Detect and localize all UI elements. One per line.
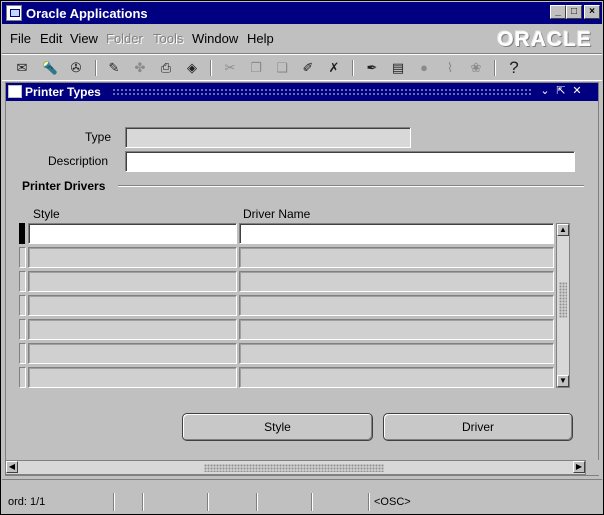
section-divider (118, 185, 584, 187)
driver-name-cell-7[interactable] (239, 367, 554, 388)
style-cell-3[interactable] (28, 271, 237, 292)
scroll-left-icon[interactable]: ◀ (6, 461, 18, 473)
status-segment (313, 493, 369, 511)
save-icon[interactable]: ✎ (104, 58, 124, 78)
row-indicator-4[interactable] (19, 295, 26, 316)
description-field[interactable] (125, 151, 575, 172)
menu-edit[interactable]: Edit (40, 31, 62, 46)
menu-tools[interactable]: Tools (153, 31, 183, 46)
oracle-logo: ORACLE (497, 28, 592, 51)
form-title: Printer Types (25, 85, 101, 99)
driver-name-cell-5[interactable] (239, 319, 554, 340)
hscroll-thumb-grip[interactable] (204, 464, 384, 472)
status-segment (115, 493, 143, 511)
row-indicator-2[interactable] (19, 247, 26, 268)
close-form-icon[interactable]: ◈ (182, 58, 202, 78)
menu-help[interactable]: Help (247, 31, 274, 46)
style-button[interactable]: Style (182, 413, 373, 441)
record-indicator: ord: 1/1 (4, 493, 114, 511)
row-indicator-6[interactable] (19, 343, 26, 364)
form-close-icon[interactable]: ✕ (570, 84, 584, 99)
edit-field-icon[interactable]: ✒ (362, 58, 382, 78)
toolbar-separator (494, 60, 496, 76)
style-column-header: Style (33, 207, 60, 221)
menu-bar: File Edit View Folder Tools Window Help … (2, 25, 602, 51)
new-icon[interactable]: ✉ (12, 58, 32, 78)
status-segment (209, 493, 257, 511)
style-cell-2[interactable] (28, 247, 237, 268)
maximize-button[interactable]: □ (566, 5, 582, 19)
toolbar-separator (352, 60, 354, 76)
style-cell-5[interactable] (28, 319, 237, 340)
row-indicator-5[interactable] (19, 319, 26, 340)
toolbar: ✉ 🔦 ✇ ✎ ✤ ⎙ ◈ ✂ ❐ ❏ ✐ ✗ ✒ ▤ ● ⌇ ❀ ? (2, 53, 602, 81)
scroll-right-icon[interactable]: ▶ (573, 461, 585, 473)
delete-record-icon[interactable]: ✗ (324, 58, 344, 78)
menu-file[interactable]: File (10, 31, 31, 46)
toolbar-separator (210, 60, 212, 76)
minimize-button[interactable]: _ (550, 5, 566, 19)
style-cell-6[interactable] (28, 343, 237, 364)
next-step-icon[interactable]: ✤ (130, 58, 150, 78)
print-icon[interactable]: ⎙ (156, 58, 176, 78)
driver-name-cell-4[interactable] (239, 295, 554, 316)
rows-vertical-scrollbar[interactable]: ▲ ▼ (556, 223, 570, 388)
description-label: Description (48, 154, 109, 168)
driver-name-cell-2[interactable] (239, 247, 554, 268)
form-horizontal-scrollbar[interactable]: ◀ ▶ (5, 460, 586, 475)
toolbar-separator (95, 60, 97, 76)
scroll-down-icon[interactable]: ▼ (557, 375, 569, 387)
attachments-icon[interactable]: ⌇ (440, 58, 460, 78)
form-minimize-icon[interactable]: ⌄ (538, 84, 552, 99)
status-bar: ord: 1/1 <OSC> (2, 493, 602, 513)
driver-name-cell-3[interactable] (239, 271, 554, 292)
row-indicator-1[interactable] (19, 223, 25, 244)
copy-icon[interactable]: ❐ (246, 58, 266, 78)
translations-icon[interactable]: ● (414, 58, 434, 78)
scroll-thumb-grip[interactable] (559, 282, 567, 318)
menu-folder[interactable]: Folder (106, 31, 143, 46)
close-button[interactable]: × (584, 5, 600, 19)
navigator-icon[interactable]: ✇ (66, 58, 86, 78)
title-grip (112, 88, 532, 96)
row-indicator-7[interactable] (19, 367, 26, 388)
driver-button[interactable]: Driver (383, 413, 573, 441)
status-segment (258, 493, 312, 511)
form-icon (8, 85, 22, 98)
scroll-up-icon[interactable]: ▲ (557, 224, 569, 236)
printer-types-form: Printer Types ⌄ ⇱ ✕ Type Description Pri… (5, 82, 599, 476)
find-icon[interactable]: 🔦 (40, 58, 60, 78)
printer-drivers-heading: Printer Drivers (22, 179, 106, 193)
paste-icon[interactable]: ❏ (272, 58, 292, 78)
form-title-bar[interactable]: Printer Types ⌄ ⇱ ✕ (6, 83, 598, 101)
form-maximize-icon[interactable]: ⇱ (554, 84, 568, 99)
new-record-icon[interactable]: ✐ (298, 58, 318, 78)
scroll-corner (589, 460, 601, 475)
menu-view[interactable]: View (70, 31, 98, 46)
cut-icon[interactable]: ✂ (220, 58, 240, 78)
type-label: Type (85, 130, 112, 144)
message-line (2, 479, 602, 493)
app-icon[interactable] (6, 5, 22, 21)
folder-tools-icon[interactable]: ❀ (466, 58, 486, 78)
window-title: Oracle Applications (26, 6, 148, 21)
osc-indicator: <OSC> (374, 496, 411, 508)
status-segment (144, 493, 208, 511)
row-indicator-3[interactable] (19, 271, 26, 292)
style-cell-7[interactable] (28, 367, 237, 388)
type-field[interactable] (125, 127, 411, 148)
style-cell-4[interactable] (28, 295, 237, 316)
title-bar[interactable]: Oracle Applications _ □ × (2, 2, 602, 24)
driver-name-column-header: Driver Name (243, 207, 311, 221)
driver-name-cell-1[interactable] (239, 223, 554, 244)
help-icon[interactable]: ? (504, 58, 524, 78)
oracle-applications-window: Oracle Applications _ □ × File Edit View… (0, 0, 604, 515)
driver-name-cell-6[interactable] (239, 343, 554, 364)
zoom-icon[interactable]: ▤ (388, 58, 408, 78)
style-cell-1[interactable] (28, 223, 237, 244)
menu-window[interactable]: Window (192, 31, 238, 46)
